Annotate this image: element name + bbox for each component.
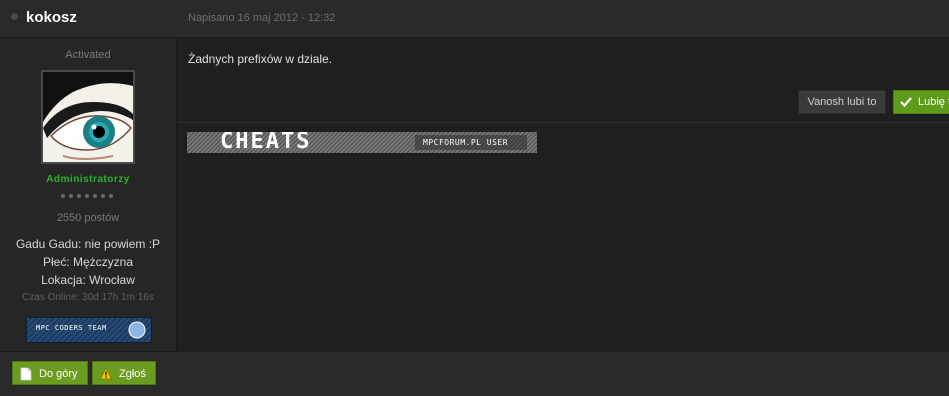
signature-userbar: CHEATS MPCFORUM.PL USER (187, 132, 537, 153)
like-button[interactable]: Lubię to (893, 90, 949, 114)
member-title: Activated (65, 49, 111, 61)
rank-pip (93, 194, 97, 198)
online-time: Czas Online: 30d 17h 1m 16s (22, 292, 154, 303)
rank-pip (109, 194, 113, 198)
author-sidebar: Activated Administratorzy 2550 postów Ga… (0, 38, 177, 351)
post-date: Napisano 16 maj 2012 - 12:32 (188, 12, 336, 24)
signature-subtitle: MPCFORUM.PL USER (423, 138, 509, 147)
member-group: Administratorzy (46, 174, 130, 185)
custom-field-gender: Płeć: Mężczyzna (42, 255, 134, 269)
document-icon (20, 367, 32, 381)
team-userbar: MPC CODERS TEAM (26, 317, 152, 343)
liked-by-button[interactable]: Vanosh lubi to (798, 90, 886, 114)
post-count: 2550 postów (56, 212, 120, 224)
rank-pip (69, 194, 73, 198)
back-to-top-label: Do góry (39, 368, 78, 380)
rank-pip (77, 194, 81, 198)
report-label: Zgłoś (119, 368, 146, 380)
rank-pips (61, 194, 113, 200)
rank-pip (101, 194, 105, 198)
rank-pip (61, 194, 65, 198)
custom-field-location: Lokacja: Wrocław (41, 273, 135, 287)
like-button-label: Lubię to (918, 96, 949, 108)
custom-field-gadu-gadu: Gadu Gadu: nie powiem :P (15, 237, 161, 251)
back-to-top-button[interactable]: Do góry (12, 361, 88, 385)
author-name[interactable]: kokosz (26, 9, 77, 26)
rank-pip (85, 194, 89, 198)
signature-divider (177, 122, 949, 123)
signature-title: CHEATS (220, 132, 312, 153)
warning-icon (100, 367, 112, 380)
report-button[interactable]: Zgłoś (92, 361, 156, 385)
post-footer: Do góry Zgłoś (0, 351, 949, 396)
avatar[interactable] (41, 70, 135, 164)
post-header: kokosz Napisano 16 maj 2012 - 12:32 (0, 0, 949, 38)
eye-avatar-image (43, 72, 133, 162)
team-userbar-label: MPC CODERS TEAM (36, 324, 107, 332)
online-status-icon (11, 13, 18, 20)
post-content: Żadnych prefixów w dziale. (188, 52, 333, 66)
check-icon (900, 97, 912, 108)
